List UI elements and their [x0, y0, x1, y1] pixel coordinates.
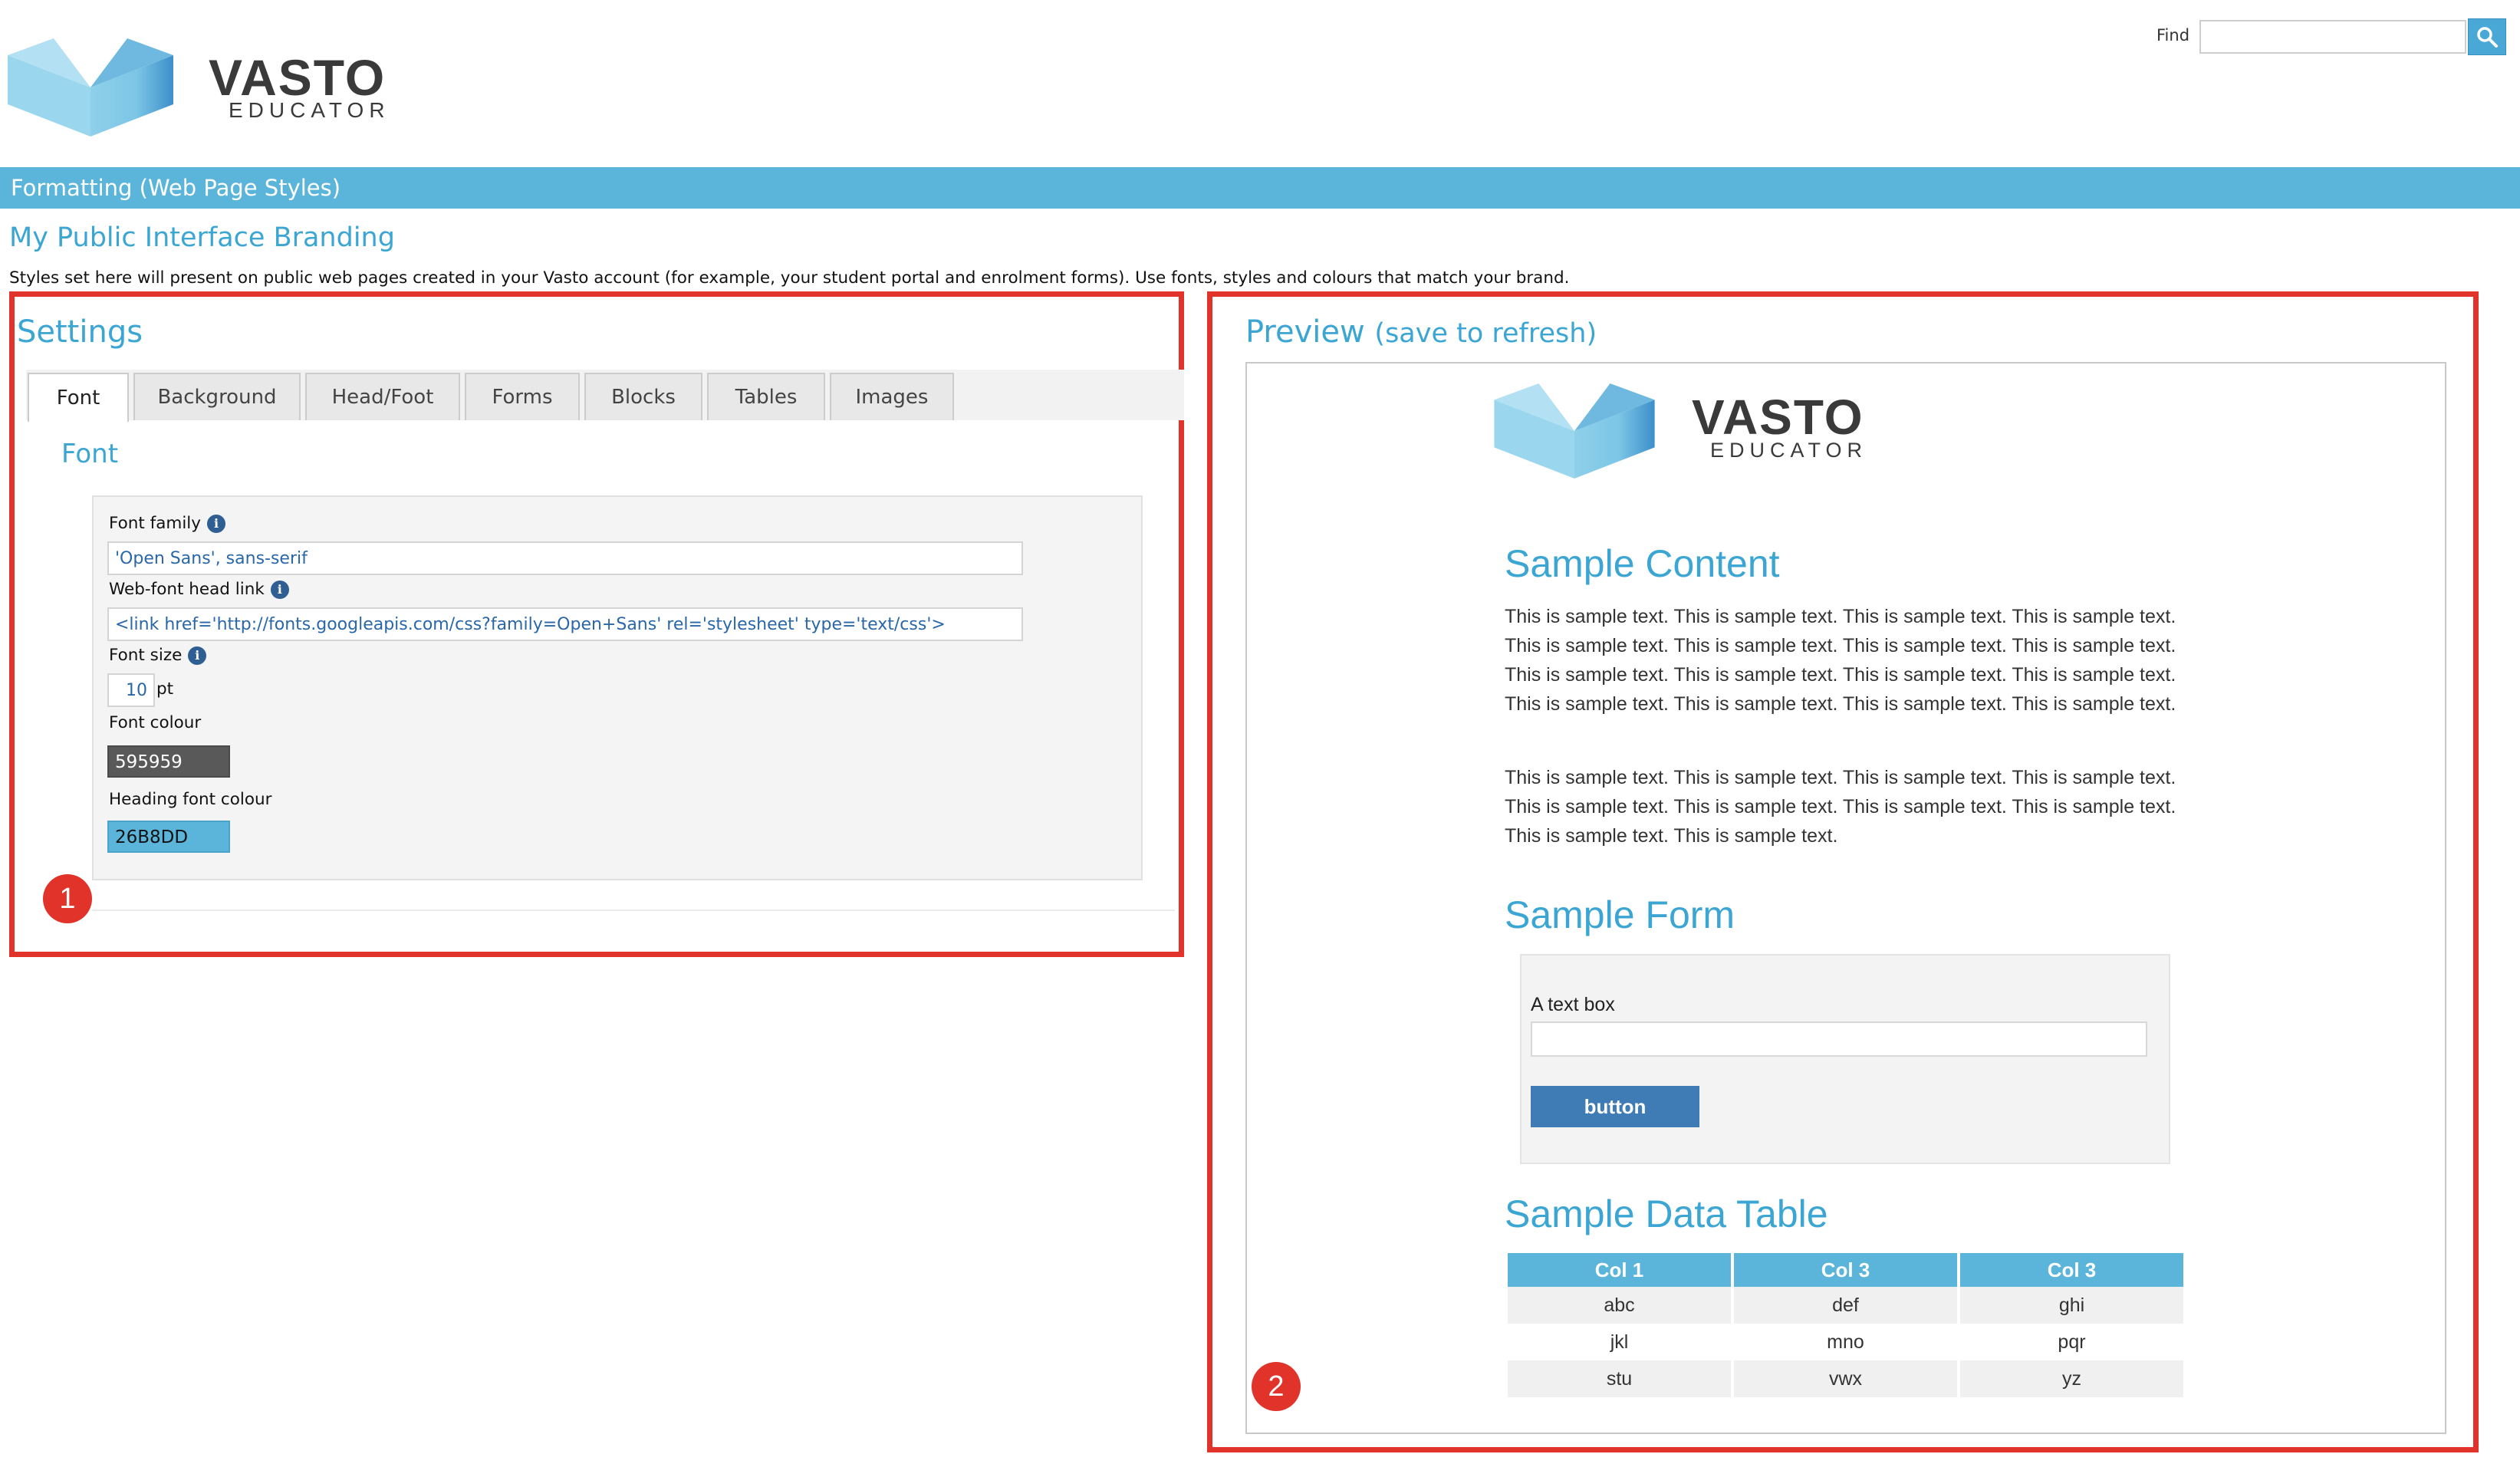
brand-logo: VASTO EDUCATOR: [8, 38, 406, 138]
brand-tagline: EDUCATOR: [229, 98, 390, 122]
table-cell: vwx: [1734, 1360, 1957, 1397]
webfont-link-label: Web-font head link i: [109, 580, 289, 599]
table-cell: jkl: [1508, 1324, 1731, 1360]
search-icon: [2477, 27, 2498, 48]
info-icon[interactable]: i: [270, 580, 289, 599]
font-section-heading: Font: [61, 439, 119, 469]
sample-table-heading: Sample Data Table: [1505, 1192, 1828, 1235]
font-size-input[interactable]: 10: [107, 673, 155, 707]
table-row: stu vwx yz: [1508, 1360, 2183, 1397]
table-header-cell: Col 3: [1734, 1253, 1957, 1287]
tab-tables[interactable]: Tables: [707, 373, 825, 420]
search-button[interactable]: [2468, 18, 2506, 55]
font-size-label: Font size i: [109, 646, 207, 665]
sample-form: [1520, 954, 2170, 1164]
brand-name: VASTO: [209, 49, 387, 106]
preview-brand-logo: VASTO EDUCATOR: [1494, 383, 1893, 483]
sample-content-heading: Sample Content: [1505, 542, 1780, 585]
info-icon[interactable]: i: [188, 646, 207, 665]
annotation-badge-2: 2: [1252, 1362, 1301, 1411]
heading-font-colour-label: Heading font colour: [109, 790, 272, 809]
table-row: jkl mno pqr: [1508, 1324, 2183, 1360]
table-row: abc def ghi: [1508, 1287, 2183, 1324]
annotation-badge-1: 1: [43, 874, 92, 923]
table-cell: mno: [1734, 1324, 1957, 1360]
tab-font[interactable]: Font: [28, 373, 129, 422]
table-header-cell: Col 3: [1960, 1253, 2183, 1287]
settings-title: Settings: [17, 314, 143, 350]
search-label: Find: [2156, 26, 2190, 44]
table-cell: abc: [1508, 1287, 1731, 1324]
info-icon[interactable]: i: [207, 514, 226, 533]
settings-divider: [92, 910, 1175, 911]
logo-mark-icon: [8, 38, 173, 137]
table-cell: stu: [1508, 1360, 1731, 1397]
tab-head-foot[interactable]: Head/Foot: [305, 373, 460, 420]
preview-title: Preview (save to refresh): [1245, 314, 1597, 350]
preview-brand-name: VASTO: [1692, 390, 1864, 445]
sample-paragraph-2: This is sample text. This is sample text…: [1505, 767, 2176, 847]
webfont-link-input[interactable]: <link href='http://fonts.googleapis.com/…: [107, 607, 1023, 641]
table-cell: ghi: [1960, 1287, 2183, 1324]
page-title-bar: Formatting (Web Page Styles): [0, 167, 2520, 209]
font-colour-swatch[interactable]: 595959: [107, 745, 230, 778]
table-cell: pqr: [1960, 1324, 2183, 1360]
preview-brand-tagline: EDUCATOR: [1710, 439, 1868, 462]
font-family-label: Font family i: [109, 514, 226, 533]
heading-font-colour-swatch[interactable]: 26B8DD: [107, 821, 230, 853]
tab-forms[interactable]: Forms: [465, 373, 580, 420]
page-description: Styles set here will present on public w…: [9, 268, 1570, 288]
sample-data-table: Col 1 Col 3 Col 3 abc def ghi jkl mno pq…: [1505, 1253, 2186, 1397]
tab-background[interactable]: Background: [133, 373, 301, 420]
sample-text-box[interactable]: [1531, 1021, 2147, 1057]
table-cell: def: [1734, 1287, 1957, 1324]
sample-button[interactable]: button: [1531, 1086, 1699, 1127]
preview-title-note: (save to refresh): [1374, 318, 1597, 349]
table-header-cell: Col 1: [1508, 1253, 1731, 1287]
tab-images[interactable]: Images: [830, 373, 954, 420]
font-colour-label: Font colour: [109, 713, 202, 732]
logo-mark-icon: [1494, 383, 1655, 479]
font-family-input[interactable]: 'Open Sans', sans-serif: [107, 541, 1023, 575]
tab-blocks[interactable]: Blocks: [584, 373, 702, 420]
search-input[interactable]: [2199, 20, 2466, 54]
table-header-row: Col 1 Col 3 Col 3: [1508, 1253, 2183, 1287]
page-title: Formatting (Web Page Styles): [11, 175, 341, 201]
sample-form-heading: Sample Form: [1505, 893, 1735, 936]
table-cell: yz: [1960, 1360, 2183, 1397]
sample-paragraph-1: This is sample text. This is sample text…: [1505, 606, 2176, 715]
sample-text-box-label: A text box: [1531, 994, 1615, 1015]
section-title: My Public Interface Branding: [9, 222, 395, 253]
font-size-unit: pt: [156, 679, 174, 699]
